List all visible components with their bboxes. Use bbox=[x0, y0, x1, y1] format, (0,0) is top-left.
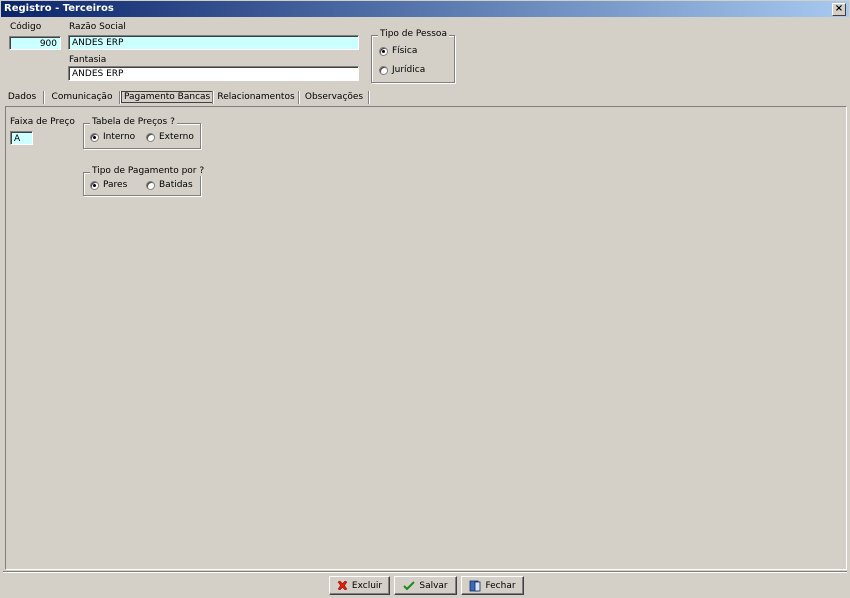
close-button[interactable]: × bbox=[832, 3, 846, 16]
faixa-preco-label: Faixa de Preço bbox=[10, 117, 75, 127]
tab-pagamento-bancas[interactable]: Pagamento Bancas bbox=[121, 89, 214, 105]
radio-batidas-label: Batidas bbox=[159, 180, 193, 190]
radio-fisica-dot bbox=[379, 46, 388, 56]
delete-x-icon bbox=[337, 580, 348, 591]
tipo-pagamento-group: Tipo de Pagamento por ? Pares Batidas bbox=[83, 166, 207, 196]
radio-pares-dot bbox=[90, 180, 99, 190]
radio-interno[interactable]: Interno bbox=[90, 132, 135, 142]
checkmark-icon bbox=[403, 580, 416, 590]
radio-externo[interactable]: Externo bbox=[146, 132, 194, 142]
fantasia-label: Fantasia bbox=[69, 55, 107, 65]
codigo-field[interactable]: 900 bbox=[9, 36, 61, 50]
tab-separator bbox=[298, 91, 300, 104]
radio-batidas-dot bbox=[146, 180, 155, 190]
radio-juridica-label: Jurídica bbox=[392, 65, 426, 75]
tab-panel: Faixa de Preço A Tabela de Preços ? Inte… bbox=[5, 106, 847, 570]
fantasia-field[interactable]: ANDES ERP bbox=[68, 66, 359, 81]
tabela-precos-group: Tabela de Preços ? Interno Externo bbox=[83, 117, 201, 149]
tipo-pagamento-title: Tipo de Pagamento por ? bbox=[90, 166, 207, 176]
radio-pares-label: Pares bbox=[103, 180, 128, 190]
radio-fisica-label: Física bbox=[392, 46, 418, 56]
excluir-label: Excluir bbox=[351, 580, 383, 591]
faixa-preco-field[interactable]: A bbox=[10, 131, 33, 145]
razao-social-label: Razão Social bbox=[69, 22, 126, 32]
tabela-precos-title: Tabela de Preços ? bbox=[90, 117, 177, 127]
radio-interno-label: Interno bbox=[103, 132, 136, 142]
tab-separator bbox=[212, 91, 214, 104]
door-exit-icon bbox=[470, 580, 481, 591]
window-title: Registro - Terceiros bbox=[4, 3, 114, 14]
tipo-pessoa-title: Tipo de Pessoa bbox=[378, 29, 449, 39]
fechar-label: Fechar bbox=[485, 580, 516, 591]
fechar-button[interactable]: Fechar bbox=[461, 576, 524, 595]
radio-interno-dot bbox=[90, 132, 99, 142]
title-bar: Registro - Terceiros × bbox=[1, 1, 849, 17]
tab-observacoes[interactable]: Observações bbox=[301, 89, 367, 105]
excluir-button[interactable]: Excluir bbox=[329, 576, 390, 595]
tipo-pessoa-group: Tipo de Pessoa Física Jurídica bbox=[371, 29, 455, 83]
tab-dados[interactable]: Dados bbox=[3, 89, 41, 105]
radio-externo-label: Externo bbox=[159, 132, 194, 142]
tab-relacionamentos[interactable]: Relacionamentos bbox=[215, 89, 297, 105]
radio-externo-dot bbox=[146, 132, 155, 142]
salvar-label: Salvar bbox=[419, 580, 448, 591]
codigo-label: Código bbox=[10, 22, 42, 32]
salvar-button[interactable]: Salvar bbox=[394, 576, 457, 595]
radio-juridica[interactable]: Jurídica bbox=[379, 65, 425, 75]
radio-pares[interactable]: Pares bbox=[90, 180, 127, 190]
tab-separator bbox=[368, 91, 370, 104]
footer-divider bbox=[3, 571, 847, 573]
tab-comunicacao[interactable]: Comunicação bbox=[47, 89, 117, 105]
razao-social-field[interactable]: ANDES ERP bbox=[68, 35, 359, 50]
radio-batidas[interactable]: Batidas bbox=[146, 180, 193, 190]
radio-fisica[interactable]: Física bbox=[379, 46, 417, 56]
radio-juridica-dot bbox=[379, 65, 388, 75]
window: Registro - Terceiros × Código 900 Razão … bbox=[0, 0, 850, 598]
tab-separator bbox=[43, 91, 45, 104]
